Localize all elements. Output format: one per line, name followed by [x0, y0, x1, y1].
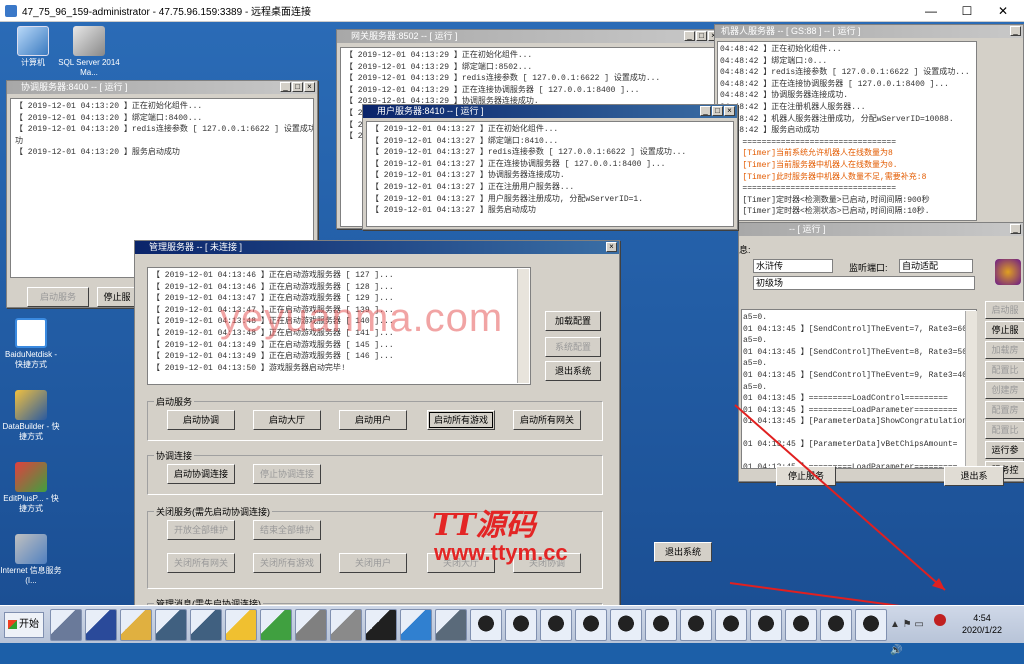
clock-time: 4:54	[973, 613, 991, 623]
server-manager-icon[interactable]	[50, 609, 82, 641]
keys-icon[interactable]	[225, 609, 257, 641]
explorer-icon[interactable]	[120, 609, 152, 641]
system-tray[interactable]: ▲ ⚑ ▭ 🔊	[890, 612, 936, 656]
robot-app-icon[interactable]	[855, 609, 887, 641]
robot-app-icon[interactable]	[470, 609, 502, 641]
arrow-line-1	[734, 404, 946, 591]
start-button[interactable]: 开始	[4, 612, 44, 638]
robot-app-icon[interactable]	[610, 609, 642, 641]
robot-app-icon[interactable]	[505, 609, 537, 641]
window-icon[interactable]	[155, 609, 187, 641]
annotation-arrows	[729, 404, 1016, 641]
clock-date: 2020/1/22	[961, 625, 1003, 635]
robot-app-icon[interactable]	[645, 609, 677, 641]
arrow-line-2	[729, 582, 901, 607]
robot-app-icon[interactable]	[785, 609, 817, 641]
powershell-icon[interactable]	[85, 609, 117, 641]
robot-app-icon[interactable]	[715, 609, 747, 641]
clock[interactable]: 4:54 2020/1/22	[952, 612, 1012, 636]
monitor-icon[interactable]	[295, 609, 327, 641]
robot-app-icon[interactable]	[680, 609, 712, 641]
robot-app-icon[interactable]	[540, 609, 572, 641]
window-icon[interactable]	[190, 609, 222, 641]
recycle-icon[interactable]	[260, 609, 292, 641]
monitor-icon[interactable]	[330, 609, 362, 641]
windows-logo-icon	[8, 620, 17, 629]
app-icon[interactable]	[435, 609, 467, 641]
robot-app-icon[interactable]	[575, 609, 607, 641]
network-icon[interactable]	[400, 609, 432, 641]
taskbar: 开始 ▲ ⚑ ▭ 🔊 4:54 2020/1/22	[0, 605, 1024, 656]
warning-icon[interactable]	[934, 614, 946, 626]
robot-app-icon[interactable]	[750, 609, 782, 641]
robot-app-icon[interactable]	[820, 609, 852, 641]
soccer-ball-icon[interactable]	[365, 609, 397, 641]
